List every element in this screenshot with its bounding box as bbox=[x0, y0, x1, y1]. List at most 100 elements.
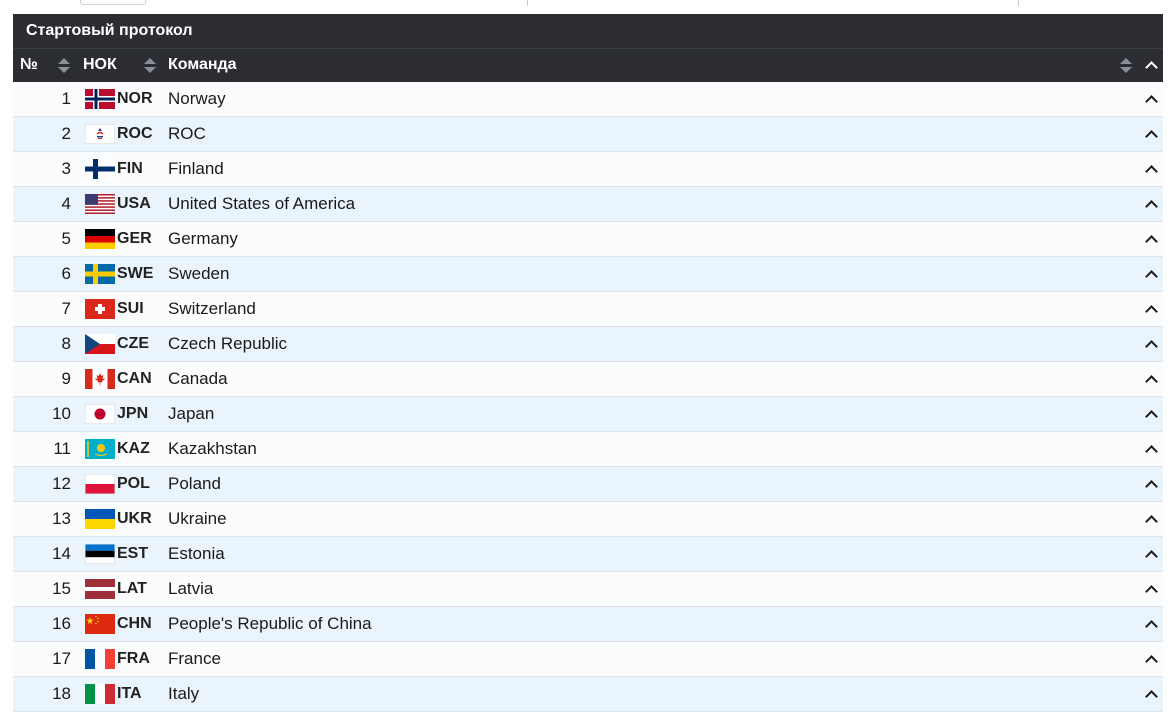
expand-row-icon[interactable] bbox=[1145, 655, 1158, 668]
table-row[interactable]: 5 GER Germany bbox=[13, 222, 1163, 257]
flag-sui-icon bbox=[85, 299, 115, 319]
noc-code: POL bbox=[117, 475, 150, 492]
table-row[interactable]: 13 UKR Ukraine bbox=[13, 502, 1163, 537]
table-title: Стартовый протокол bbox=[13, 14, 1163, 48]
flag-ita-icon bbox=[85, 684, 115, 704]
row-number: 12 bbox=[52, 474, 71, 493]
top-strip bbox=[0, 0, 1171, 14]
expand-row-icon[interactable] bbox=[1145, 235, 1158, 248]
expand-row-icon[interactable] bbox=[1145, 585, 1158, 598]
noc-code: GER bbox=[117, 230, 152, 247]
noc-code: FRA bbox=[117, 650, 150, 667]
divider bbox=[1018, 0, 1019, 6]
table-row[interactable]: 2 ROC ROC bbox=[13, 117, 1163, 152]
row-number: 2 bbox=[61, 124, 71, 143]
noc-code: CHN bbox=[117, 615, 152, 632]
noc-code: NOR bbox=[117, 90, 153, 107]
team-name: Estonia bbox=[168, 544, 225, 563]
column-header-noc[interactable]: НОК bbox=[83, 49, 117, 83]
table-row[interactable]: 10 JPN Japan bbox=[13, 397, 1163, 432]
expand-row-icon[interactable] bbox=[1145, 200, 1158, 213]
noc-code: LAT bbox=[117, 580, 147, 597]
collapse-all-icon[interactable] bbox=[1145, 61, 1158, 74]
expand-row-icon[interactable] bbox=[1145, 690, 1158, 703]
expand-row-icon[interactable] bbox=[1145, 445, 1158, 458]
flag-chn-icon bbox=[85, 614, 115, 634]
table-row[interactable]: 1 NOR Norway bbox=[13, 82, 1163, 117]
table-row[interactable]: 16 CHN People's Republic of China bbox=[13, 607, 1163, 642]
table-row[interactable]: 17 FRA France bbox=[13, 642, 1163, 677]
team-name: Latvia bbox=[168, 579, 214, 598]
noc-code: EST bbox=[117, 545, 149, 562]
flag-est-icon bbox=[85, 544, 115, 564]
flag-jpn-icon bbox=[85, 404, 115, 424]
team-name: Germany bbox=[168, 229, 238, 248]
row-number: 7 bbox=[61, 299, 71, 318]
table-row[interactable]: 18 ITA Italy bbox=[13, 677, 1163, 712]
row-number: 17 bbox=[52, 649, 71, 668]
expand-row-icon[interactable] bbox=[1145, 375, 1158, 388]
table-row[interactable]: 15 LAT Latvia bbox=[13, 572, 1163, 607]
team-name: Switzerland bbox=[168, 299, 256, 318]
row-number: 3 bbox=[61, 159, 71, 178]
table-row[interactable]: 3 FIN Finland bbox=[13, 152, 1163, 187]
table-row[interactable]: 8 CZE Czech Republic bbox=[13, 327, 1163, 362]
flag-usa-icon bbox=[85, 194, 115, 214]
noc-code: ITA bbox=[117, 685, 142, 702]
expand-row-icon[interactable] bbox=[1145, 95, 1158, 108]
table-row[interactable]: 14 EST Estonia bbox=[13, 537, 1163, 572]
row-number: 8 bbox=[61, 334, 71, 353]
top-control-stub bbox=[80, 0, 146, 5]
expand-row-icon[interactable] bbox=[1145, 550, 1158, 563]
flag-swe-icon bbox=[85, 264, 115, 284]
table-row[interactable]: 4 USA United States of America bbox=[13, 187, 1163, 222]
team-name: People's Republic of China bbox=[168, 614, 372, 633]
row-number: 13 bbox=[52, 509, 71, 528]
expand-row-icon[interactable] bbox=[1145, 410, 1158, 423]
flag-fra-icon bbox=[85, 649, 115, 669]
row-number: 18 bbox=[52, 684, 71, 703]
noc-code: CAN bbox=[117, 370, 152, 387]
table-row[interactable]: 12 POL Poland bbox=[13, 467, 1163, 502]
table-row[interactable]: 11 KAZ Kazakhstan bbox=[13, 432, 1163, 467]
sort-num-icon[interactable] bbox=[58, 58, 70, 76]
table-row[interactable]: 7 SUI Switzerland bbox=[13, 292, 1163, 327]
table-row[interactable]: 9 CAN Canada bbox=[13, 362, 1163, 397]
table-body: 1 NOR Norway 2 ROC ROC 3 FIN Finland 4 USA United S… bbox=[13, 82, 1163, 712]
flag-roc-icon bbox=[85, 124, 115, 144]
team-name: Canada bbox=[168, 369, 228, 388]
start-list-table: Стартовый протокол № НОК Команда 1 NOR Nor… bbox=[13, 14, 1163, 712]
team-name: Czech Republic bbox=[168, 334, 288, 353]
noc-code: SWE bbox=[117, 265, 154, 282]
expand-row-icon[interactable] bbox=[1145, 480, 1158, 493]
expand-row-icon[interactable] bbox=[1145, 270, 1158, 283]
column-header-num[interactable]: № bbox=[20, 49, 38, 83]
column-header-team[interactable]: Команда bbox=[168, 49, 237, 83]
flag-lat-icon bbox=[85, 579, 115, 599]
expand-row-icon[interactable] bbox=[1145, 515, 1158, 528]
expand-row-icon[interactable] bbox=[1145, 165, 1158, 178]
flag-can-icon bbox=[85, 369, 115, 389]
team-name: United States of America bbox=[168, 194, 356, 213]
flag-fin-icon bbox=[85, 159, 115, 179]
table-row[interactable]: 6 SWE Sweden bbox=[13, 257, 1163, 292]
flag-kaz-icon bbox=[85, 439, 115, 459]
expand-row-icon[interactable] bbox=[1145, 305, 1158, 318]
expand-row-icon[interactable] bbox=[1145, 340, 1158, 353]
flag-nor-icon bbox=[85, 89, 115, 109]
row-number: 11 bbox=[53, 439, 71, 458]
row-number: 1 bbox=[61, 89, 71, 108]
team-name: France bbox=[168, 649, 221, 668]
team-name: Sweden bbox=[168, 264, 230, 283]
sort-noc-icon[interactable] bbox=[144, 58, 156, 76]
team-name: Norway bbox=[168, 89, 226, 108]
sort-team-icon[interactable] bbox=[1120, 58, 1132, 76]
expand-row-icon[interactable] bbox=[1145, 130, 1158, 143]
flag-pol-icon bbox=[85, 474, 115, 494]
row-number: 6 bbox=[61, 264, 71, 283]
row-number: 16 bbox=[52, 614, 71, 633]
noc-code: JPN bbox=[117, 405, 149, 422]
noc-code: CZE bbox=[117, 335, 149, 352]
expand-row-icon[interactable] bbox=[1145, 620, 1158, 633]
row-number: 10 bbox=[52, 404, 71, 423]
